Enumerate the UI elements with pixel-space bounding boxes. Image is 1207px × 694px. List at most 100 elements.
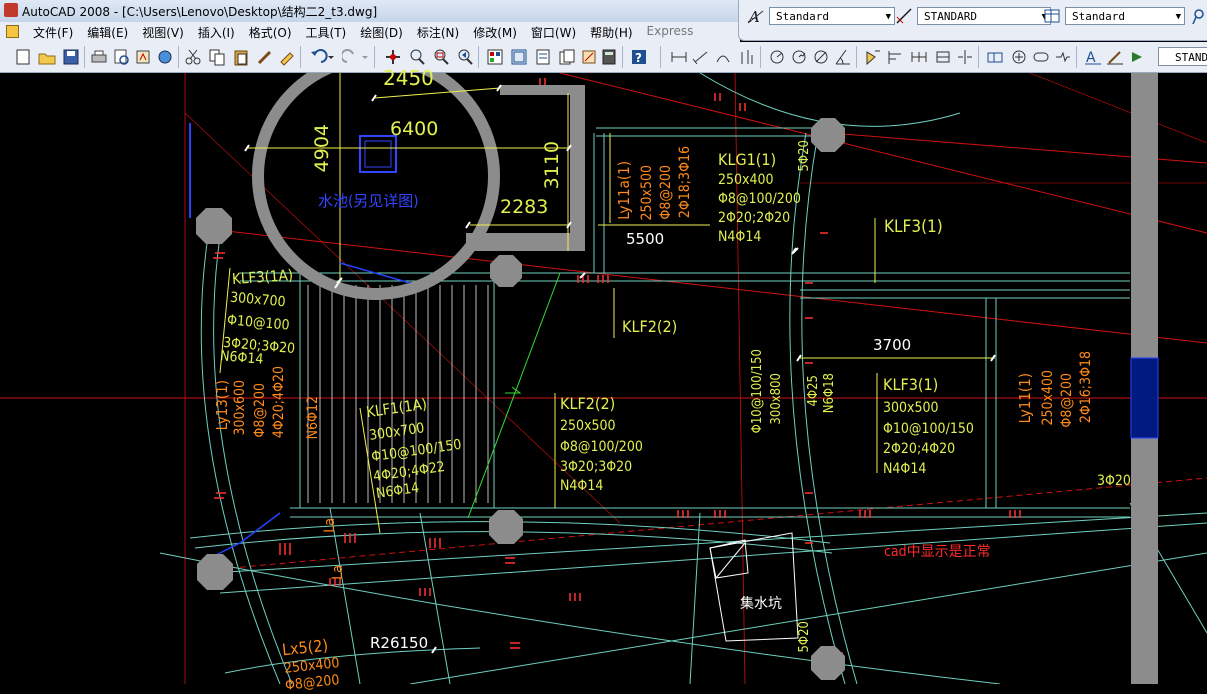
tool-palettes-icon[interactable] bbox=[534, 48, 552, 66]
ly11-bars: 2Φ16;3Φ18 bbox=[1078, 351, 1094, 424]
autocad-app-icon[interactable] bbox=[4, 3, 18, 17]
quickcalc-icon[interactable] bbox=[600, 48, 618, 66]
dim-edit-icon[interactable]: A bbox=[1084, 48, 1102, 66]
klf3-mid-tie: N4Φ14 bbox=[883, 461, 927, 477]
radius-dim-icon[interactable] bbox=[768, 48, 786, 66]
diameter-dim-icon[interactable] bbox=[812, 48, 830, 66]
document-icon[interactable] bbox=[6, 25, 19, 38]
inspection-icon[interactable] bbox=[1032, 48, 1050, 66]
sump-note: 集水坑 bbox=[740, 596, 782, 612]
continue-dim-icon[interactable] bbox=[910, 48, 928, 66]
toolbar-separator bbox=[978, 46, 979, 68]
dim-break-icon[interactable] bbox=[956, 48, 974, 66]
arc-length-icon[interactable] bbox=[714, 48, 732, 66]
zoom-realtime-icon[interactable] bbox=[408, 48, 426, 66]
menu-tools[interactable]: 工具(T) bbox=[299, 24, 354, 41]
bar-5-20-top: 5Φ20 bbox=[797, 140, 812, 172]
blue-edge bbox=[239, 512, 281, 544]
ly11-name: Ly11(1) bbox=[1016, 373, 1034, 424]
menu-draw[interactable]: 绘图(D) bbox=[353, 24, 410, 41]
jogged-linear-icon[interactable] bbox=[1054, 48, 1072, 66]
column bbox=[489, 510, 523, 544]
dim-style-control[interactable]: STAND bbox=[1158, 47, 1207, 66]
zoom-window-icon[interactable] bbox=[432, 48, 450, 66]
menu-view[interactable]: 视图(V) bbox=[135, 24, 191, 41]
markup-icon[interactable] bbox=[580, 48, 598, 66]
menu-format[interactable]: 格式(O) bbox=[242, 24, 299, 41]
table-style-dropdown[interactable]: Standard ▼ bbox=[1065, 7, 1185, 25]
menu-file[interactable]: 文件(F) bbox=[26, 24, 80, 41]
tolerance-icon[interactable] bbox=[986, 48, 1004, 66]
la-label-2: La bbox=[330, 565, 346, 580]
dim-text-edit-icon[interactable] bbox=[1106, 48, 1124, 66]
ly13-name: Ly13(1) bbox=[213, 380, 231, 431]
dim-style-dropdown[interactable]: STANDARD ▼ bbox=[917, 7, 1051, 25]
drawing-canvas[interactable]: 2450 6400 4904 3110 2283 5500 3700 R2615… bbox=[0, 66, 1207, 694]
toolbar-separator bbox=[178, 46, 179, 68]
toolbar-separator bbox=[760, 46, 761, 68]
title-bar: AutoCAD 2008 - [C:\Users\Lenovo\Desktop\… bbox=[0, 0, 740, 23]
dim-2283: 2283 bbox=[500, 196, 549, 218]
toolbar-separator bbox=[660, 46, 661, 68]
help-icon[interactable]: ? bbox=[630, 48, 648, 66]
klf2-name: KLF2(2) bbox=[560, 394, 616, 413]
dim-style-icon[interactable] bbox=[895, 7, 913, 25]
open-icon[interactable] bbox=[38, 48, 56, 66]
dim-2450: 2450 bbox=[383, 66, 434, 90]
bar-5-20-bot: 5Φ20 bbox=[797, 621, 812, 653]
table-style-icon[interactable] bbox=[1043, 7, 1061, 25]
linear-dim-icon[interactable] bbox=[670, 48, 688, 66]
toolbar-separator bbox=[622, 46, 623, 68]
leader-line bbox=[467, 272, 561, 519]
undo-icon[interactable] bbox=[308, 48, 334, 66]
copy-icon[interactable] bbox=[208, 48, 226, 66]
ordinate-dim-icon[interactable] bbox=[738, 48, 756, 66]
klf2-tie: N4Φ14 bbox=[560, 478, 604, 494]
dim-space-icon[interactable] bbox=[934, 48, 952, 66]
dim-update-icon[interactable] bbox=[1128, 48, 1146, 66]
ly11a-bars: 2Φ18;3Φ16 bbox=[677, 146, 693, 219]
dim-3110: 3110 bbox=[541, 141, 563, 190]
plot-icon[interactable] bbox=[90, 48, 108, 66]
multileader-style-icon[interactable] bbox=[1191, 7, 1207, 25]
angular-dim-icon[interactable] bbox=[834, 48, 852, 66]
red-note: cad中显示是正常 bbox=[884, 544, 991, 560]
menu-express[interactable]: Express bbox=[640, 24, 701, 41]
menu-dimension[interactable]: 标注(N) bbox=[410, 24, 466, 41]
aligned-dim-icon[interactable] bbox=[692, 48, 710, 66]
klg1-size: 250x400 bbox=[718, 172, 774, 188]
menu-edit[interactable]: 编辑(E) bbox=[80, 24, 135, 41]
menu-insert[interactable]: 插入(I) bbox=[191, 24, 242, 41]
column bbox=[197, 554, 233, 590]
menu-window[interactable]: 窗口(W) bbox=[524, 24, 583, 41]
baseline-dim-icon[interactable] bbox=[886, 48, 904, 66]
text-style-icon[interactable]: A bbox=[747, 7, 765, 26]
svg-text:?: ? bbox=[635, 51, 642, 65]
plot-preview-icon[interactable] bbox=[112, 48, 130, 66]
menu-help[interactable]: 帮助(H) bbox=[583, 24, 639, 41]
klf3-mid-stirrup: Φ10@100/150 bbox=[883, 421, 974, 437]
new-icon[interactable] bbox=[14, 48, 32, 66]
jogged-dim-icon[interactable] bbox=[790, 48, 808, 66]
properties-icon[interactable] bbox=[486, 48, 504, 66]
zoom-previous-icon[interactable] bbox=[456, 48, 474, 66]
save-icon[interactable] bbox=[62, 48, 80, 66]
block-editor-icon[interactable] bbox=[278, 48, 296, 66]
center-mark-icon[interactable] bbox=[1010, 48, 1028, 66]
klf3-mid-size: 300x500 bbox=[883, 400, 939, 416]
match-properties-icon[interactable] bbox=[256, 48, 274, 66]
3d-dwf-icon[interactable] bbox=[156, 48, 174, 66]
dim-6400: 6400 bbox=[390, 118, 439, 140]
publish-icon[interactable] bbox=[134, 48, 152, 66]
paste-icon[interactable] bbox=[232, 48, 250, 66]
styles-toolbar: A Standard ▼ STANDARD ▼ Standard ▼ bbox=[738, 0, 1207, 41]
la-label-1: La bbox=[322, 518, 338, 533]
pan-realtime-icon[interactable] bbox=[384, 48, 402, 66]
design-center-icon[interactable] bbox=[510, 48, 528, 66]
text-style-dropdown[interactable]: Standard ▼ bbox=[769, 7, 895, 25]
cut-icon[interactable] bbox=[184, 48, 202, 66]
menu-modify[interactable]: 修改(M) bbox=[466, 24, 524, 41]
sheet-set-icon[interactable] bbox=[558, 48, 576, 66]
quick-dim-icon[interactable] bbox=[864, 48, 882, 66]
redo-icon[interactable] bbox=[340, 48, 368, 66]
